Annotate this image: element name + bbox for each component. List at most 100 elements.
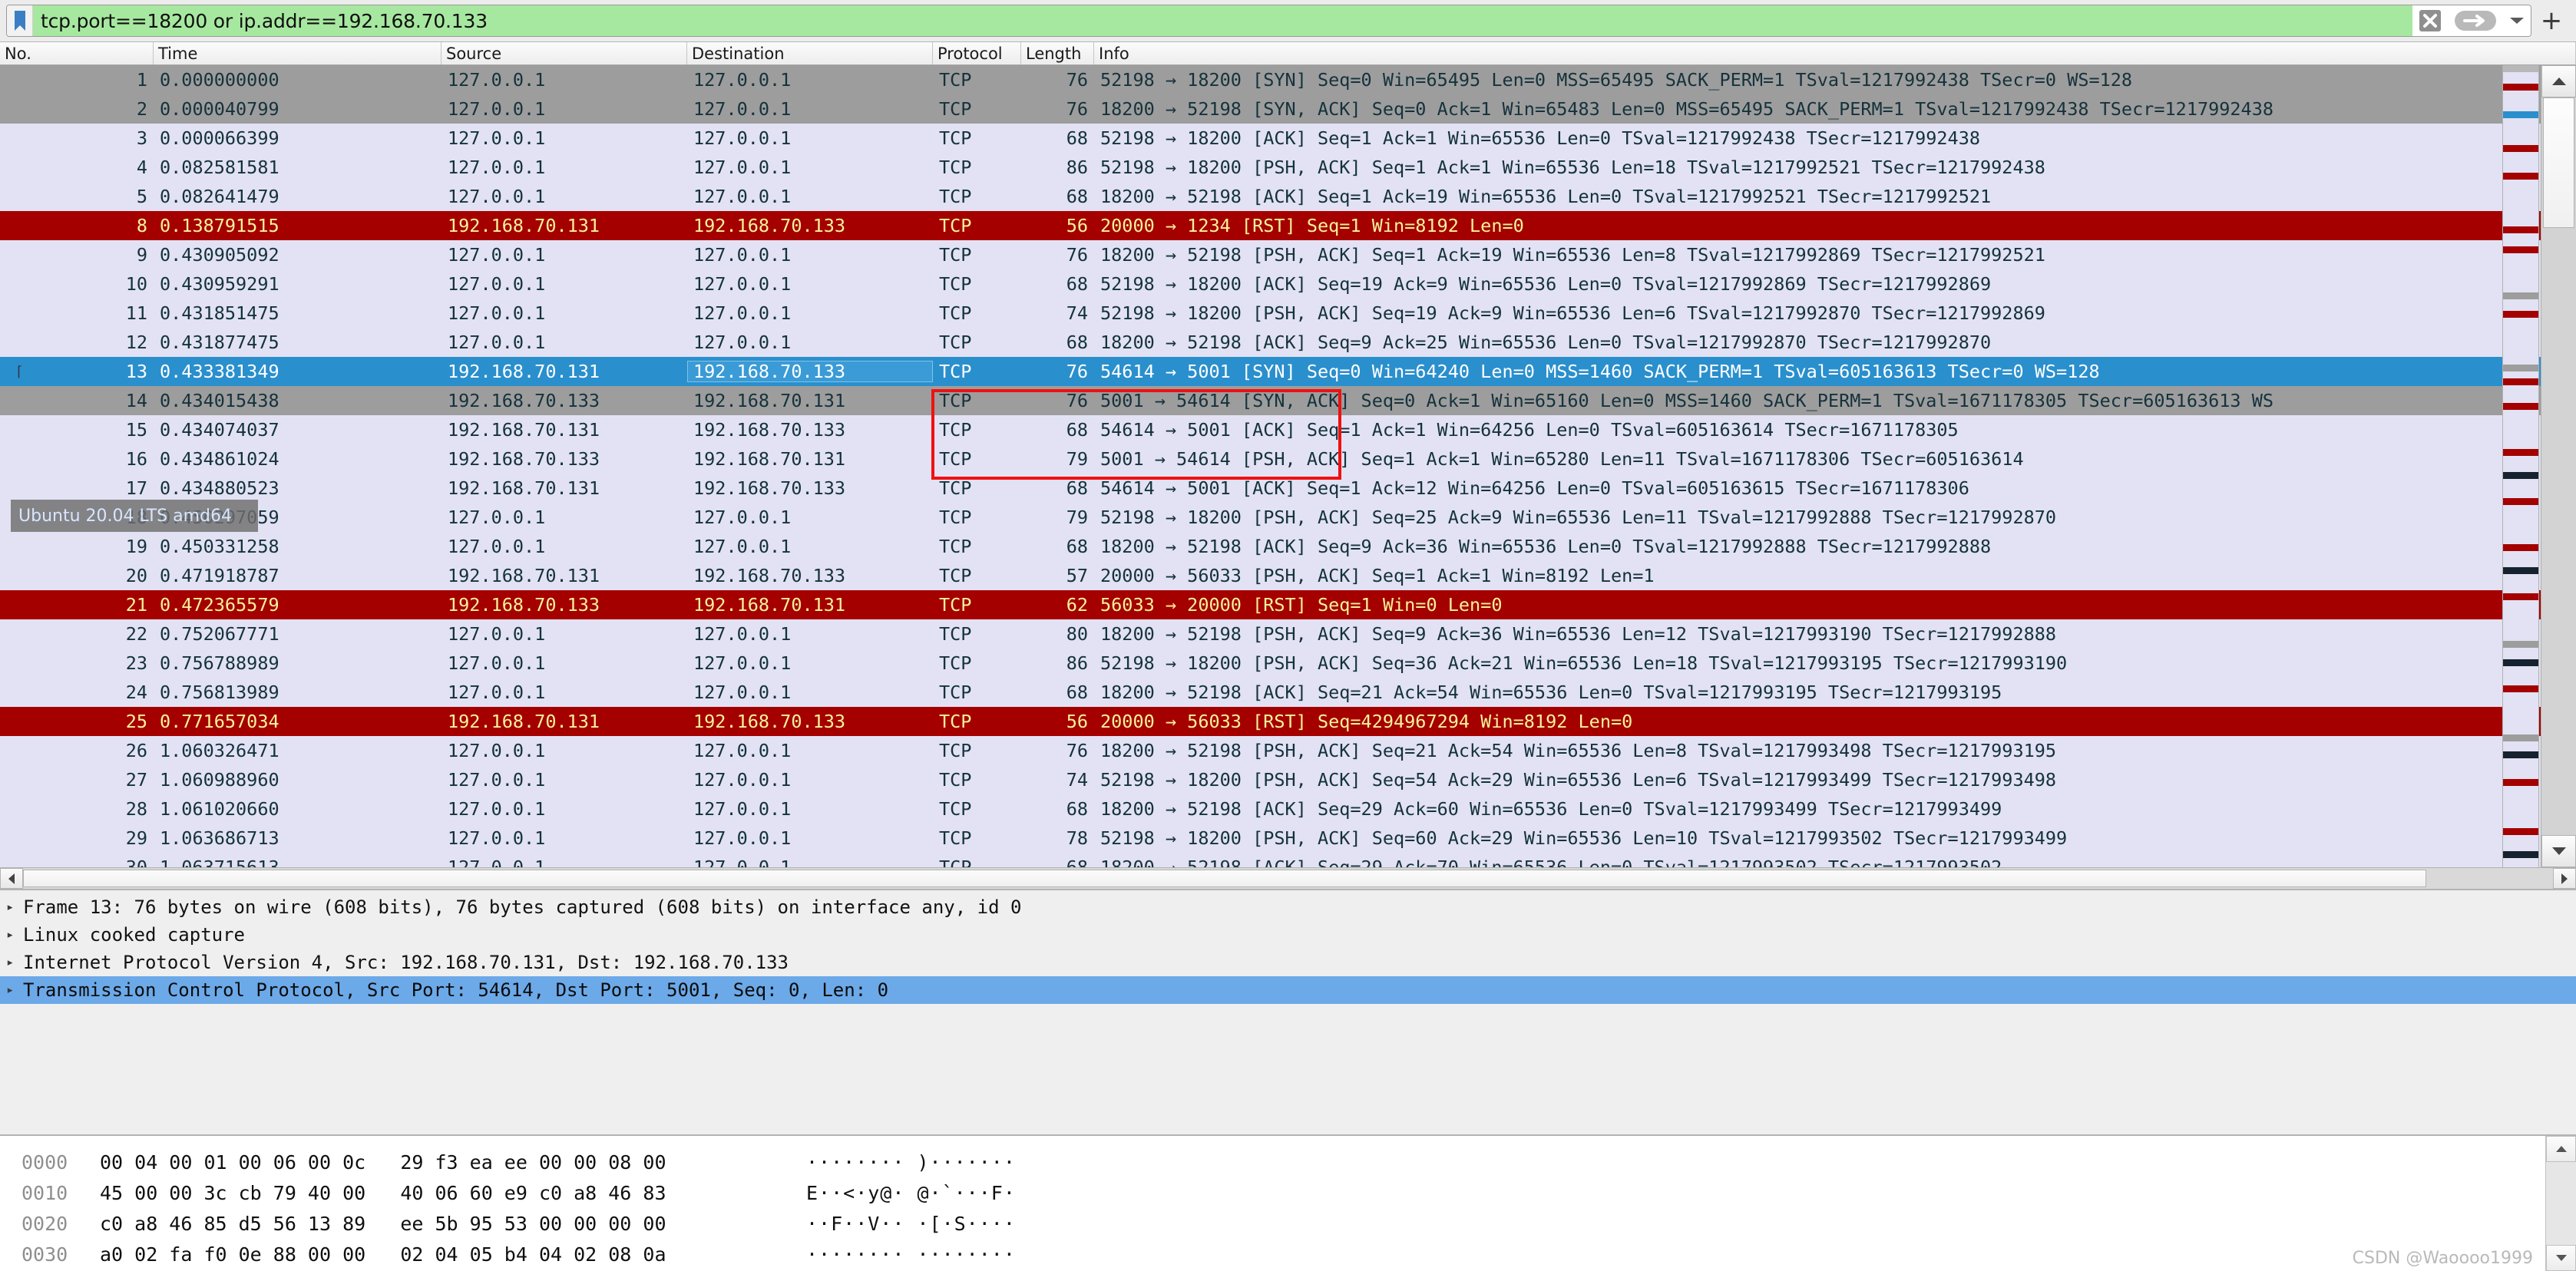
hex-dump-row[interactable]: 0030 a0 02 fa f0 0e 88 00 00 02 04 05 b4 … <box>0 1239 2576 1269</box>
packet-no: 23 <box>125 652 147 674</box>
table-row[interactable]: 15 0.434074037 192.168.70.131 192.168.70.13… <box>0 415 2576 444</box>
packet-info: 54614 → 5001 [SYN] Seq=0 Win=64240 Len=0… <box>1100 361 2100 382</box>
table-row[interactable]: 1 0.000000000 127.0.0.1 127.0.0.1 TCP 76 52198… <box>0 65 2576 94</box>
packet-list-horizontal-scrollbar[interactable] <box>0 867 2576 889</box>
column-header-destination[interactable]: Destination <box>687 42 933 64</box>
plus-icon[interactable]: + <box>2531 5 2571 36</box>
packet-source: 127.0.0.1 <box>448 273 546 295</box>
display-filter-box[interactable]: tcp.port==18200 or ip.addr==192.168.70.1… <box>6 5 2531 37</box>
table-row[interactable]: 19 0.450331258 127.0.0.1 127.0.0.1 TCP 68 1820… <box>0 532 2576 561</box>
packet-no: 26 <box>125 740 147 761</box>
bytes-scroll-up-arrow-icon[interactable] <box>2546 1136 2576 1162</box>
packet-info: 54614 → 5001 [ACK] Seq=1 Ack=12 Win=6425… <box>1100 477 1969 499</box>
packet-no: 12 <box>125 332 147 353</box>
packet-protocol: TCP <box>939 186 972 207</box>
packet-length: 68 <box>1066 186 1088 207</box>
clear-filter-icon[interactable] <box>2412 5 2448 36</box>
packet-protocol: TCP <box>939 827 972 849</box>
bookmark-icon[interactable] <box>7 5 33 36</box>
packet-destination: 192.168.70.131 <box>693 390 846 411</box>
chevron-down-icon[interactable] <box>2503 5 2531 36</box>
table-row[interactable]: 4 0.082581581 127.0.0.1 127.0.0.1 TCP 86 52198… <box>0 153 2576 182</box>
chevron-right-icon[interactable]: ▸ <box>6 900 23 915</box>
packet-destination: 192.168.70.133 <box>693 565 846 586</box>
packet-no: 2 <box>136 98 147 120</box>
packet-info: 52198 → 18200 [ACK] Seq=1 Ack=1 Win=6553… <box>1100 127 1981 149</box>
horizontal-scroll-thumb[interactable] <box>23 870 2426 887</box>
table-row[interactable]: 21 0.472365579 192.168.70.133 192.168.70.13… <box>0 590 2576 619</box>
packet-info: 52198 → 18200 [PSH, ACK] Seq=1 Ack=1 Win… <box>1100 157 2045 178</box>
table-row[interactable]: 12 0.431877475 127.0.0.1 127.0.0.1 TCP 68 1820… <box>0 328 2576 357</box>
scroll-down-arrow-icon[interactable] <box>2541 835 2576 867</box>
packet-rows-container[interactable]: 1 0.000000000 127.0.0.1 127.0.0.1 TCP 76 52198… <box>0 65 2576 889</box>
table-row[interactable]: 14 0.434015438 192.168.70.133 192.168.70.13… <box>0 386 2576 415</box>
table-row[interactable]: 27 1.060988960 127.0.0.1 127.0.0.1 TCP 74 5219… <box>0 765 2576 794</box>
vertical-scroll-thumb[interactable] <box>2543 97 2574 228</box>
intelligent-scrollbar-map[interactable] <box>2502 65 2539 889</box>
hex-dump-row[interactable]: 0010 45 00 00 3c cb 79 40 00 40 06 60 e9 … <box>0 1177 2576 1208</box>
detail-tree-node-label: Internet Protocol Version 4, Src: 192.16… <box>23 952 789 973</box>
packet-list-vertical-scrollbar[interactable] <box>2541 65 2576 867</box>
hex-ascii: ··F··V·· ·[·S···· <box>806 1212 1016 1235</box>
column-header-source[interactable]: Source <box>441 42 687 64</box>
packet-no: 22 <box>125 623 147 645</box>
table-row[interactable]: 17 0.434880523 192.168.70.131 192.168.70.13… <box>0 474 2576 503</box>
packet-time: 0.756813989 <box>160 682 279 703</box>
table-row[interactable]: 29 1.063686713 127.0.0.1 127.0.0.1 TCP 78 5219… <box>0 824 2576 853</box>
hex-dump-row[interactable]: 0000 00 04 00 01 00 06 00 0c 29 f3 ea ee … <box>0 1147 2576 1177</box>
scroll-right-arrow-icon[interactable] <box>2553 868 2576 889</box>
column-header-length[interactable]: Length <box>1021 42 1094 64</box>
table-row[interactable]: 2 0.000040799 127.0.0.1 127.0.0.1 TCP 76 18200… <box>0 94 2576 124</box>
table-row[interactable]: 28 1.061020660 127.0.0.1 127.0.0.1 TCP 68 1820… <box>0 794 2576 824</box>
table-row[interactable]: 9 0.430905092 127.0.0.1 127.0.0.1 TCP 76 18200… <box>0 240 2576 269</box>
table-row[interactable]: 8 0.138791515 192.168.70.131 192.168.70.133… <box>0 211 2576 240</box>
display-filter-input[interactable]: tcp.port==18200 or ip.addr==192.168.70.1… <box>33 5 2412 36</box>
packet-bytes-pane[interactable]: 0000 00 04 00 01 00 06 00 0c 29 f3 ea ee … <box>0 1134 2576 1271</box>
packet-length: 79 <box>1066 448 1088 470</box>
chevron-right-icon[interactable]: ▸ <box>6 927 23 943</box>
packet-protocol: TCP <box>939 98 972 120</box>
table-row[interactable]: 26 1.060326471 127.0.0.1 127.0.0.1 TCP 76 1820… <box>0 736 2576 765</box>
table-row[interactable]: 5 0.082641479 127.0.0.1 127.0.0.1 TCP 68 18200… <box>0 182 2576 211</box>
scrollbar-packet-marker <box>2503 246 2538 253</box>
horizontal-scroll-track[interactable] <box>23 868 2553 889</box>
column-header-no[interactable]: No. <box>0 42 154 64</box>
table-row[interactable]: ⌈ 13 0.433381349 192.168.70.131 192.168.70.1… <box>0 357 2576 386</box>
table-row[interactable]: 11 0.431851475 127.0.0.1 127.0.0.1 TCP 74 5219… <box>0 299 2576 328</box>
hex-offset: 0030 <box>21 1243 68 1266</box>
bytes-pane-vertical-scrollbar[interactable] <box>2545 1136 2576 1271</box>
scrollbar-packet-marker <box>2503 779 2538 786</box>
table-row[interactable]: 18 0.450297059 127.0.0.1 127.0.0.1 TCP 79 5219… <box>0 503 2576 532</box>
packet-info: 18200 → 52198 [ACK] Seq=1 Ack=19 Win=655… <box>1100 186 1992 207</box>
bytes-scroll-down-arrow-icon[interactable] <box>2546 1245 2576 1271</box>
table-row[interactable]: 10 0.430959291 127.0.0.1 127.0.0.1 TCP 68 5219… <box>0 269 2576 299</box>
chevron-right-icon[interactable]: ▸ <box>6 982 23 998</box>
detail-tree-node[interactable]: ▸ Transmission Control Protocol, Src Port… <box>0 976 2576 1004</box>
table-row[interactable]: 23 0.756788989 127.0.0.1 127.0.0.1 TCP 86 5219… <box>0 649 2576 678</box>
column-header-protocol[interactable]: Protocol <box>933 42 1021 64</box>
vertical-scroll-track[interactable] <box>2541 97 2576 835</box>
table-row[interactable]: 25 0.771657034 192.168.70.131 192.168.70.13… <box>0 707 2576 736</box>
packet-destination: 192.168.70.131 <box>693 448 846 470</box>
table-row[interactable]: 3 0.000066399 127.0.0.1 127.0.0.1 TCP 68 52198… <box>0 124 2576 153</box>
detail-tree-node[interactable]: ▸ Linux cooked capture <box>0 921 2576 949</box>
column-header-time[interactable]: Time <box>154 42 441 64</box>
column-header-info[interactable]: Info <box>1094 42 2576 64</box>
packet-protocol: TCP <box>939 361 972 382</box>
hex-dump-row[interactable]: 0020 c0 a8 46 85 d5 56 13 89 ee 5b 95 53 … <box>0 1208 2576 1239</box>
packet-length: 68 <box>1066 536 1088 557</box>
table-row[interactable]: 16 0.434861024 192.168.70.133 192.168.70.13… <box>0 444 2576 474</box>
table-row[interactable]: 22 0.752067771 127.0.0.1 127.0.0.1 TCP 80 1820… <box>0 619 2576 649</box>
detail-tree-node[interactable]: ▸ Internet Protocol Version 4, Src: 192.1… <box>0 949 2576 976</box>
scroll-left-arrow-icon[interactable] <box>0 868 23 889</box>
packet-no: 5 <box>136 186 147 207</box>
packet-details-pane[interactable]: ▸ Frame 13: 76 bytes on wire (608 bits), … <box>0 889 2576 1134</box>
chevron-right-icon[interactable]: ▸ <box>6 955 23 970</box>
packet-length: 56 <box>1066 215 1088 236</box>
apply-filter-arrow-icon[interactable] <box>2448 5 2503 36</box>
packet-length: 74 <box>1066 769 1088 791</box>
table-row[interactable]: 24 0.756813989 127.0.0.1 127.0.0.1 TCP 68 1820… <box>0 678 2576 707</box>
table-row[interactable]: 20 0.471918787 192.168.70.131 192.168.70.13… <box>0 561 2576 590</box>
detail-tree-node[interactable]: ▸ Frame 13: 76 bytes on wire (608 bits), … <box>0 893 2576 921</box>
scroll-up-arrow-icon[interactable] <box>2541 65 2576 97</box>
